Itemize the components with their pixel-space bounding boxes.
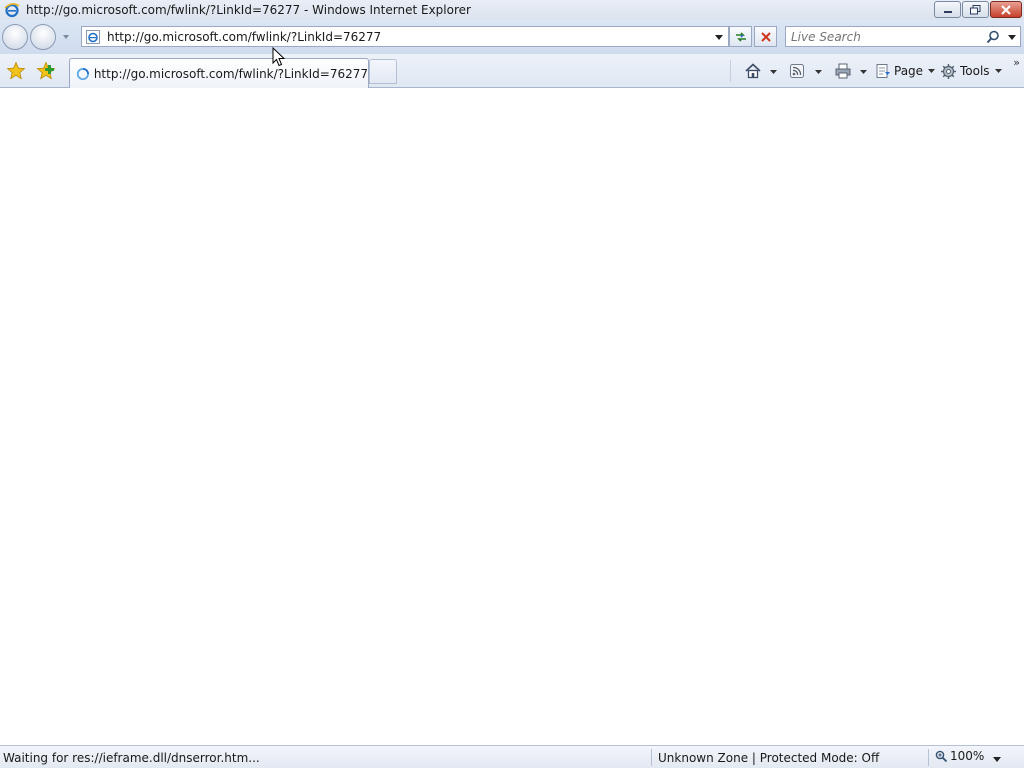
page-ie-icon <box>86 29 100 44</box>
tools-chevron-down-icon <box>994 69 1002 73</box>
close-button[interactable] <box>990 1 1022 18</box>
status-separator <box>928 749 929 766</box>
window-controls <box>934 1 1022 18</box>
page-menu-button[interactable]: Page <box>875 61 936 81</box>
search-options-chevron-down-icon[interactable] <box>1007 32 1017 42</box>
window-title: http://go.microsoft.com/fwlink/?LinkId=7… <box>26 3 471 17</box>
home-icon <box>745 63 761 79</box>
tools-menu-label: Tools <box>960 64 990 78</box>
page-content <box>0 89 1024 745</box>
tab-active[interactable]: http://go.microsoft.com/fwlink/?LinkId=7… <box>69 58 369 88</box>
zoom-level: 100% <box>950 749 985 763</box>
minimize-icon <box>943 10 952 13</box>
refresh-button[interactable] <box>729 26 752 47</box>
zoom-chevron-down-icon[interactable] <box>992 754 1002 764</box>
forward-button[interactable] <box>30 24 56 50</box>
page-menu-label: Page <box>894 64 924 78</box>
close-icon <box>1001 4 1011 15</box>
back-button[interactable] <box>2 24 28 50</box>
security-zone-text[interactable]: Unknown Zone | Protected Mode: Off <box>658 751 879 765</box>
address-bar[interactable]: http://go.microsoft.com/fwlink/?LinkId=7… <box>81 26 729 47</box>
recent-pages-chevron-down-icon[interactable] <box>61 32 71 42</box>
navigation-bar: http://go.microsoft.com/fwlink/?LinkId=7… <box>0 20 1024 54</box>
search-box[interactable] <box>785 26 1021 47</box>
address-chevron-down-icon[interactable] <box>714 32 724 42</box>
tools-menu-button[interactable]: Tools <box>940 61 1003 81</box>
refresh-icon <box>735 31 746 42</box>
restore-button[interactable] <box>962 1 989 18</box>
mouse-cursor-icon <box>272 47 286 67</box>
feeds-button[interactable] <box>789 61 805 81</box>
tab-title: http://go.microsoft.com/fwlink/?LinkId=7… <box>93 66 368 81</box>
stop-icon <box>760 31 771 42</box>
feeds-chevron-down-icon[interactable] <box>814 68 823 76</box>
home-button[interactable] <box>744 61 762 81</box>
command-bar: http://go.microsoft.com/fwlink/?LinkId=7… <box>0 54 1024 88</box>
gear-icon <box>941 63 956 79</box>
page-chevron-down-icon <box>928 69 936 73</box>
ie-logo-icon <box>4 3 20 18</box>
zoom-button[interactable]: 100% <box>935 749 984 763</box>
title-bar: http://go.microsoft.com/fwlink/?LinkId=7… <box>0 0 1024 20</box>
restore-icon <box>970 4 981 14</box>
status-text: Waiting for res://ieframe.dll/dnserror.h… <box>3 751 260 765</box>
home-chevron-down-icon[interactable] <box>769 68 778 76</box>
command-separator <box>730 60 731 82</box>
search-icon[interactable] <box>986 30 1000 44</box>
zoom-magnifier-icon <box>935 750 948 762</box>
page-icon <box>876 64 890 78</box>
status-separator <box>651 749 652 766</box>
print-button[interactable] <box>834 61 852 81</box>
new-tab-button[interactable] <box>369 59 397 84</box>
stop-button[interactable] <box>754 26 777 47</box>
minimize-button[interactable] <box>934 1 961 18</box>
loading-spinner-icon <box>76 67 89 80</box>
status-bar: Waiting for res://ieframe.dll/dnserror.h… <box>0 745 1024 768</box>
search-input[interactable] <box>791 29 981 44</box>
address-url[interactable]: http://go.microsoft.com/fwlink/?LinkId=7… <box>107 30 381 44</box>
rss-feed-icon <box>790 64 804 78</box>
more-commands-chevron-icon[interactable]: » <box>1013 56 1020 69</box>
printer-icon <box>835 63 851 79</box>
print-chevron-down-icon[interactable] <box>859 68 868 76</box>
favorites-center-star-icon[interactable] <box>6 61 26 81</box>
add-to-favorites-icon[interactable] <box>36 61 56 81</box>
